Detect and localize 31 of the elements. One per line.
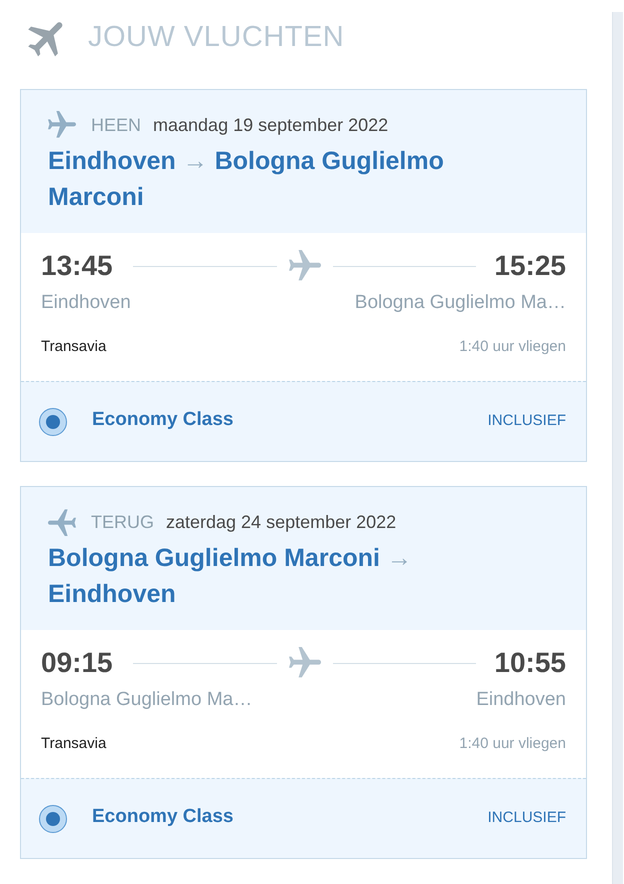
flight-duration: 1:40 uur vliegen <box>459 734 566 754</box>
fare-option[interactable]: Economy Class INCLUSIEF <box>21 778 586 858</box>
fare-price: INCLUSIEF <box>488 808 566 828</box>
airline-name: Transavia <box>41 337 106 357</box>
airplane-icon <box>288 647 320 679</box>
section-title: JOUW VLUCHTEN <box>88 20 344 56</box>
route-title: Eindhoven → Bologna Guglielmo Marconi <box>48 146 445 213</box>
fare-name: Economy Class <box>92 408 234 432</box>
fare-option[interactable]: Economy Class INCLUSIEF <box>21 381 586 461</box>
flight-date: zaterdag 24 september 2022 <box>166 510 396 534</box>
airplane-icon <box>48 508 76 536</box>
arrival-time: 15:25 <box>494 249 566 283</box>
fare-price: INCLUSIEF <box>488 411 566 432</box>
arrival-city: Bologna Guglielmo Ma… <box>354 291 566 315</box>
airline-name: Transavia <box>41 734 106 754</box>
departure-city: Bologna Guglielmo Ma… <box>41 688 252 712</box>
flight-date: maandag 19 september 2022 <box>153 114 388 137</box>
arrival-time: 10:55 <box>494 646 566 680</box>
arrival-city: Eindhoven <box>476 688 566 712</box>
radio-button[interactable] <box>39 804 67 832</box>
departure-time: 13:45 <box>41 249 113 283</box>
departure-time: 09:15 <box>41 646 113 680</box>
airplane-icon <box>288 250 320 282</box>
radio-button[interactable] <box>39 408 67 436</box>
airplane-icon <box>48 111 76 139</box>
route-title: Bologna Guglielmo Marconi → Eindhoven <box>48 543 413 610</box>
leg-label: HEEN <box>91 114 142 136</box>
flight-duration: 1:40 uur vliegen <box>459 337 566 357</box>
leg-label: TERUG <box>91 510 154 534</box>
departure-city: Eindhoven <box>41 291 131 315</box>
fare-name: Economy Class <box>92 804 234 829</box>
